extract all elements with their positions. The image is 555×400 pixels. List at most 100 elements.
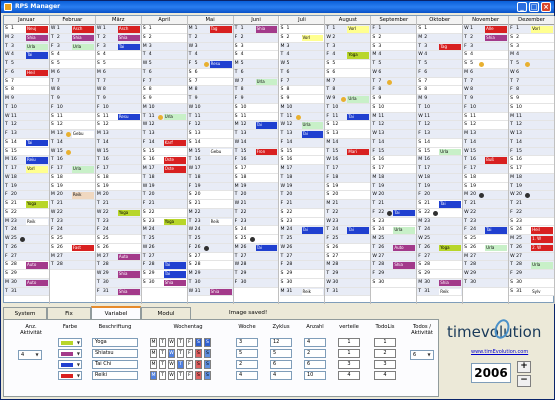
calendar-event[interactable]: Oste: [163, 166, 186, 173]
week-field[interactable]: 4: [236, 371, 258, 380]
week-field[interactable]: 5: [236, 349, 258, 358]
day-cell[interactable]: S 13: [325, 130, 371, 139]
day-cell[interactable]: S 18: [95, 173, 141, 183]
day-cell[interactable]: S9: [371, 95, 417, 104]
day-cell[interactable]: M 24 Tai: [279, 226, 325, 235]
day-cell[interactable]: S 26: [95, 243, 141, 253]
year-plus-button[interactable]: +: [517, 361, 531, 373]
day-cell[interactable]: S8: [417, 86, 463, 95]
activity-label-field[interactable]: Shiatsu: [92, 349, 138, 358]
day-cell[interactable]: T 28: [49, 261, 95, 270]
calendar-event[interactable]: Vorl: [347, 26, 370, 33]
day-cell[interactable]: M 14: [325, 138, 371, 148]
day-cell[interactable]: S 18: [233, 173, 279, 183]
day-cell[interactable]: M 26 Tai: [233, 243, 279, 253]
day-cell[interactable]: F 15: [371, 147, 417, 157]
day-cell[interactable]: T 20: [233, 191, 279, 200]
day-cell[interactable]: M 22: [187, 208, 233, 218]
calendar-event[interactable]: Tai: [347, 113, 370, 120]
day-cell[interactable]: T 26 2. W: [509, 243, 554, 253]
day-cell[interactable]: S2: [509, 33, 554, 43]
calendar-event[interactable]: Tai: [439, 201, 462, 208]
day-cell[interactable]: T 13: [233, 130, 279, 139]
day-cell[interactable]: T 27: [279, 252, 325, 262]
calendar-event[interactable]: Asch: [117, 26, 140, 33]
day-cell[interactable]: W15: [49, 147, 95, 157]
day-cell[interactable]: W28: [233, 261, 279, 270]
day-cell[interactable]: F 4 Yoga: [325, 51, 371, 60]
day-cell[interactable]: S 18: [49, 173, 95, 183]
day-cell[interactable]: F 27: [4, 252, 49, 262]
day-cell[interactable]: M 13: [95, 130, 141, 139]
day-cell[interactable]: T 12: [417, 121, 463, 130]
weekday-toggle[interactable]: S: [195, 338, 202, 347]
calendar-event[interactable]: Reiu: [26, 157, 48, 164]
day-cell[interactable]: F 1 Vorl: [509, 25, 554, 34]
day-cell[interactable]: F 19: [187, 182, 233, 192]
day-cell[interactable]: W18: [4, 173, 49, 183]
day-cell[interactable]: S 11 Resu: [95, 112, 141, 122]
day-cell[interactable]: T 11 Urla: [141, 112, 187, 122]
calendar-event[interactable]: Reik: [26, 218, 48, 225]
day-cell[interactable]: W12 Urla: [279, 121, 325, 130]
day-cell[interactable]: F 28 Tai: [141, 261, 187, 270]
day-cell[interactable]: S6: [187, 68, 233, 78]
day-cell[interactable]: S9: [509, 95, 554, 104]
day-cell[interactable]: T 16: [187, 156, 233, 165]
week-field[interactable]: 2: [236, 360, 258, 369]
day-cell[interactable]: S5: [325, 60, 371, 69]
day-cell[interactable]: M9: [4, 95, 49, 104]
day-cell[interactable]: T 3 Tag: [417, 42, 463, 52]
day-cell[interactable]: S 27: [187, 252, 233, 262]
day-cell[interactable]: T 25: [279, 235, 325, 244]
day-cell[interactable]: S 15: [4, 147, 49, 157]
day-cell[interactable]: T 16: [95, 156, 141, 165]
calendar-event[interactable]: Urla: [71, 166, 94, 173]
day-cell[interactable]: T 30: [463, 278, 509, 288]
calendar-event[interactable]: Tai: [301, 227, 324, 234]
day-cell[interactable]: S5: [95, 60, 141, 69]
day-cell[interactable]: W2: [325, 33, 371, 43]
day-cell[interactable]: S 22: [4, 208, 49, 218]
day-cell[interactable]: T 25: [141, 235, 187, 244]
day-cell[interactable]: M 23 Reik: [4, 217, 49, 227]
day-cell[interactable]: T7: [371, 77, 417, 87]
calendar-event[interactable]: Urla: [301, 122, 324, 129]
cycle-field[interactable]: 12: [270, 338, 292, 347]
day-cell[interactable]: W27: [371, 252, 417, 262]
day-cell[interactable]: S3: [371, 42, 417, 52]
day-cell[interactable]: S 30: [371, 278, 417, 288]
day-cell[interactable]: T7: [95, 77, 141, 87]
day-cell[interactable]: T 31 Reik: [417, 287, 463, 297]
day-cell[interactable]: S 25: [463, 235, 509, 244]
day-cell[interactable]: W15: [463, 147, 509, 157]
day-cell[interactable]: M 2 Shia: [4, 33, 49, 43]
day-cell[interactable]: W1 Alle: [463, 25, 509, 34]
day-cell[interactable]: F 21: [279, 200, 325, 209]
day-cell[interactable]: M 10: [141, 103, 187, 113]
calendar-event[interactable]: Shia: [117, 288, 140, 295]
day-cell[interactable]: S 25: [233, 235, 279, 244]
calendar-event[interactable]: Tai: [117, 43, 140, 50]
day-cell[interactable]: F8: [509, 86, 554, 95]
color-picker[interactable]: ▼: [58, 371, 82, 380]
day-cell[interactable]: S 12: [95, 121, 141, 130]
day-cell[interactable]: M 29: [187, 270, 233, 279]
day-cell[interactable]: S 16: [509, 156, 554, 165]
day-cell[interactable]: F 24: [49, 226, 95, 235]
calendar-event[interactable]: Shia: [439, 279, 462, 287]
todos-per-activity-select[interactable]: 6 ▼: [410, 350, 434, 360]
calendar-event[interactable]: Heil: [26, 69, 48, 77]
day-cell[interactable]: F3: [463, 42, 509, 52]
calendar-event[interactable]: Shia: [117, 271, 140, 278]
day-cell[interactable]: T5: [4, 60, 49, 69]
day-cell[interactable]: T 22: [325, 208, 371, 218]
weekday-toggle[interactable]: T: [159, 360, 166, 369]
maximize-button[interactable]: □: [529, 2, 539, 12]
day-cell[interactable]: S 22: [417, 208, 463, 218]
day-cell[interactable]: T5: [371, 60, 417, 69]
day-cell[interactable]: T 18: [187, 173, 233, 183]
color-picker[interactable]: ▼: [58, 349, 82, 358]
day-cell[interactable]: T 16 Buß: [463, 156, 509, 165]
day-cell[interactable]: M 25: [371, 235, 417, 244]
